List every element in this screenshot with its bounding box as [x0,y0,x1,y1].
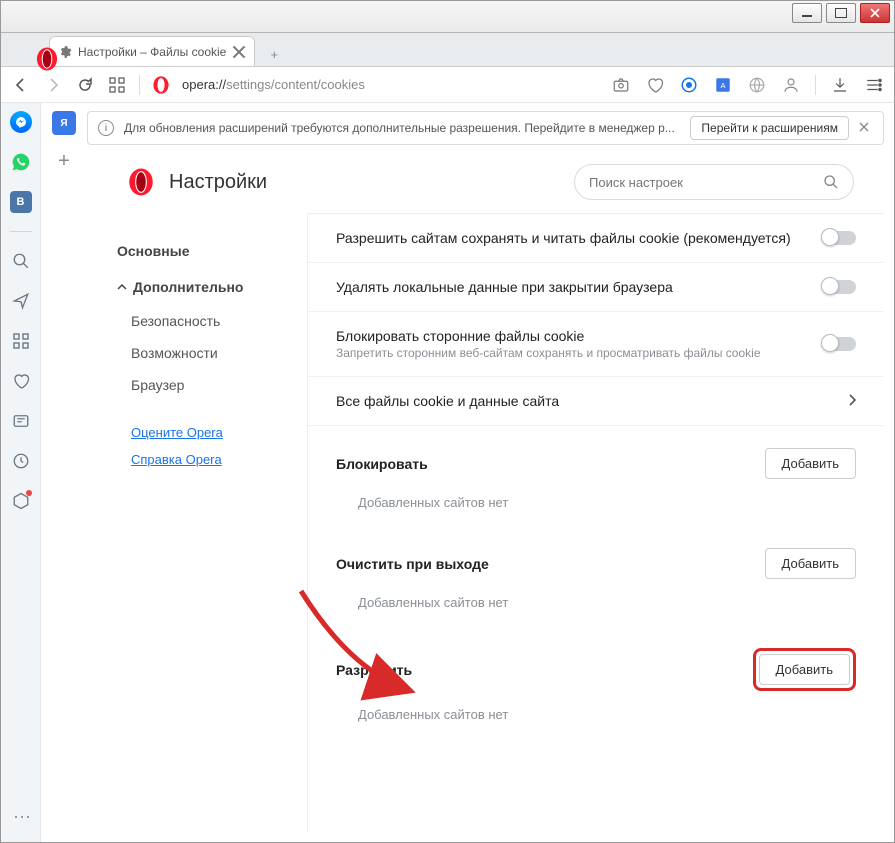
settings-page: Настройки Основные Дополнительно Безопас… [87,151,884,832]
address-bar: opera://settings/content/cookies A [1,67,894,103]
section-block-empty: Добавленных сайтов нет [336,479,856,520]
infobar-text: Для обновления расширений требуются допо… [124,121,680,135]
tab-strip: Настройки – Файлы cookie + [1,33,894,67]
section-allow: Разрешить Добавить Добавленных сайтов не… [308,626,884,738]
option-clear-on-exit: Удалять локальные данные при закрытии бр… [308,263,884,312]
nav-help-opera[interactable]: Справка Opera [117,446,307,473]
extensions-icon[interactable] [747,75,767,95]
url-scheme: opera:// [182,77,226,92]
bookmarks-rail-icon[interactable] [10,370,32,392]
chevron-right-icon [848,394,856,409]
nav-forward-button[interactable] [43,75,63,95]
site-identity-icon[interactable] [152,76,170,94]
profile-icon[interactable] [781,75,801,95]
search-rail-icon[interactable] [10,250,32,272]
gear-icon [58,45,72,59]
section-block: Блокировать Добавить Добавленных сайтов … [308,426,884,526]
add-clear-button[interactable]: Добавить [765,548,856,579]
vpn-badge-icon[interactable] [679,75,699,95]
snapshot-icon[interactable] [611,75,631,95]
add-workspace-button[interactable]: + [52,149,76,173]
sidebar-more-button[interactable]: ⋯ [13,807,32,828]
search-icon [823,174,839,190]
go-to-extensions-button[interactable]: Перейти к расширениям [690,116,849,140]
add-block-button[interactable]: Добавить [765,448,856,479]
nav-basic[interactable]: Основные [117,233,307,269]
tab-close-icon[interactable] [232,45,246,59]
nav-features[interactable]: Возможности [117,337,307,369]
option-allow-cookies: Разрешить сайтам сохранять и читать файл… [308,214,884,263]
reload-button[interactable] [75,75,95,95]
flow-rail-icon[interactable] [10,290,32,312]
speeddial-rail-icon[interactable] [10,330,32,352]
option-block-third-title: Блокировать сторонние файлы cookie [336,328,822,344]
heart-icon[interactable] [645,75,665,95]
section-clear-title: Очистить при выходе [336,556,765,572]
nav-security[interactable]: Безопасность [117,305,307,337]
downloads-icon[interactable] [830,75,850,95]
easy-setup-icon[interactable] [864,75,884,95]
settings-search[interactable] [574,164,854,200]
option-all-cookies-label: Все файлы cookie и данные сайта [336,393,848,409]
workspace-rail: Я + [41,103,87,842]
section-allow-empty: Добавленных сайтов нет [336,691,856,732]
history-rail-icon[interactable] [10,450,32,472]
settings-header: Настройки [87,151,884,213]
window-titlebar [1,1,894,33]
section-clear-on-exit: Очистить при выходе Добавить Добавленных… [308,526,884,626]
option-clear-on-exit-label: Удалять локальные данные при закрытии бр… [336,279,822,295]
settings-content: Разрешить сайтам сохранять и читать файл… [307,213,884,832]
messenger-icon[interactable] [10,111,32,133]
infobar-close-icon[interactable] [859,121,873,135]
settings-search-input[interactable] [589,175,815,190]
toggle-allow-cookies[interactable] [822,231,856,245]
news-rail-icon[interactable] [10,410,32,432]
option-block-third-desc: Запретить сторонним веб-сайтам сохранять… [336,346,822,360]
nav-browser[interactable]: Браузер [117,369,307,401]
page-title: Настройки [169,171,560,194]
sidebar-rail: B [1,103,41,842]
tab-title: Настройки – Файлы cookie [78,45,226,59]
chevron-up-icon [117,282,127,292]
url-path: settings/content/cookies [226,77,365,92]
option-allow-cookies-label: Разрешить сайтам сохранять и читать файл… [336,230,822,246]
highlighted-add-allow: Добавить [753,648,856,691]
extension-update-infobar: i Для обновления расширений требуются до… [87,111,884,145]
vk-icon[interactable]: B [10,191,32,213]
svg-text:A: A [720,81,725,90]
section-allow-title: Разрешить [336,662,753,678]
opera-logo-icon [127,168,155,196]
nav-back-button[interactable] [11,75,31,95]
speed-dial-icon[interactable] [107,75,127,95]
whatsapp-icon[interactable] [10,151,32,173]
toggle-block-third-party[interactable] [822,337,856,351]
window-minimize-button[interactable] [792,3,822,23]
window-close-button[interactable] [860,3,890,23]
option-block-third-party: Блокировать сторонние файлы cookie Запре… [308,312,884,377]
url-display[interactable]: opera://settings/content/cookies [182,77,599,92]
extensions-rail-icon[interactable] [10,490,32,512]
window-maximize-button[interactable] [826,3,856,23]
opera-menu-icon[interactable] [35,47,59,71]
address-actions: A [611,75,884,95]
new-tab-button[interactable]: + [261,42,287,66]
section-clear-empty: Добавленных сайтов нет [336,579,856,620]
section-block-title: Блокировать [336,456,765,472]
nav-advanced-label: Дополнительно [133,279,243,295]
info-icon: i [98,120,114,136]
toggle-clear-on-exit[interactable] [822,280,856,294]
add-allow-button[interactable]: Добавить [759,654,850,685]
nav-rate-opera[interactable]: Оцените Opera [117,419,307,446]
browser-tab[interactable]: Настройки – Файлы cookie [49,36,255,66]
settings-nav: Основные Дополнительно Безопасность Возм… [87,213,307,832]
workspace-badge-icon[interactable]: Я [52,111,76,135]
option-all-cookies-data[interactable]: Все файлы cookie и данные сайта [308,377,884,426]
translate-icon[interactable]: A [713,75,733,95]
nav-advanced[interactable]: Дополнительно [117,269,307,305]
